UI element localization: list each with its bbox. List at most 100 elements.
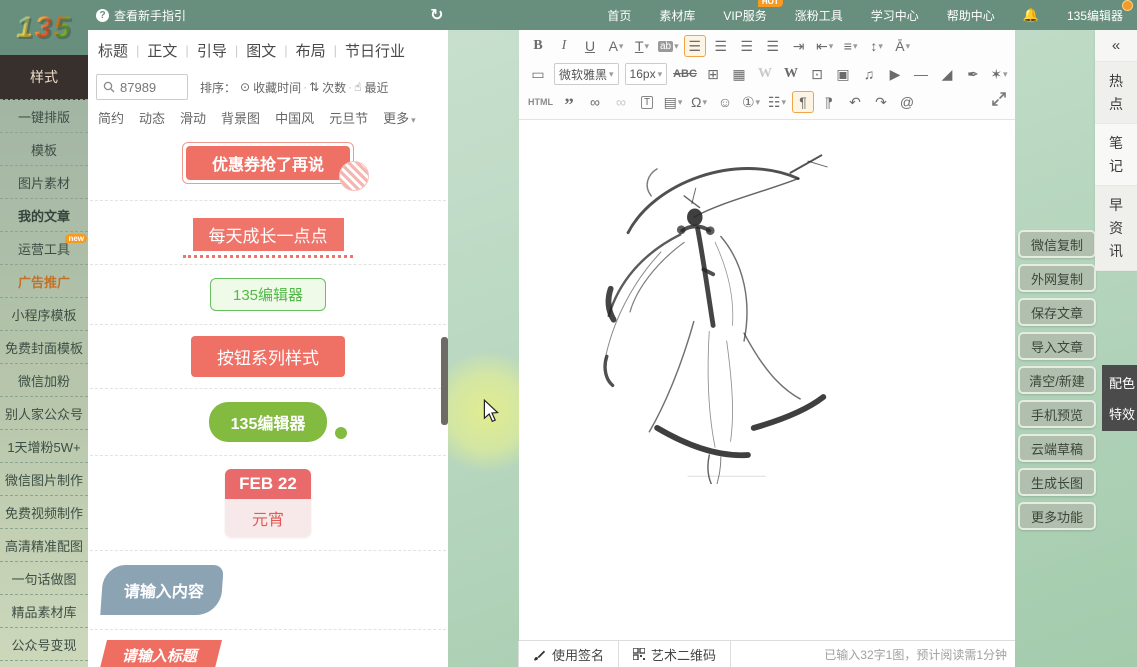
image-icon[interactable]: ⊡ [806, 63, 828, 85]
tab-图文[interactable]: 图文 [246, 40, 276, 61]
font-size-select[interactable]: 16px ▾ [625, 63, 668, 85]
sidebar-item-1天增粉5W+[interactable]: 1天增粉5W+ [0, 430, 88, 463]
ltr-paragraph-icon[interactable]: ¶ [792, 91, 814, 113]
letter-spacing-icon[interactable]: Ā▾ [892, 35, 914, 57]
image-album-icon[interactable]: ▣ [832, 63, 854, 85]
sidebar-item-运营工具[interactable]: 运营工具new [0, 232, 88, 265]
editor-canvas[interactable] [519, 120, 1015, 640]
format-brush-icon[interactable]: ✒ [962, 63, 984, 85]
dark-tool-特效[interactable]: 特效 [1109, 404, 1137, 423]
nav-item-学习中心[interactable]: 学习中心 [871, 7, 919, 24]
align-left-icon[interactable]: ☰ [684, 35, 706, 57]
fullscreen-icon[interactable] [991, 91, 1007, 107]
sort-option-收藏时间[interactable]: ⊙收藏时间 [240, 79, 301, 96]
action-button-清空/新建[interactable]: 清空/新建 [1018, 366, 1096, 394]
sidebar-item-精品素材库[interactable]: 精品素材库 [0, 595, 88, 628]
align-center-icon[interactable]: ☰ [710, 35, 732, 57]
sidebar-item-我的文章[interactable]: 我的文章 [0, 199, 88, 232]
dark-tool-配色[interactable]: 配色 [1109, 373, 1137, 392]
text-style-icon[interactable]: T▾ [631, 35, 653, 57]
action-button-云端草稿[interactable]: 云端草稿 [1018, 434, 1096, 462]
emoji-icon[interactable]: ☺ [714, 91, 736, 113]
user-account-menu[interactable]: 135编辑器 [1067, 7, 1123, 24]
rail-item-笔记[interactable]: 笔记 [1095, 124, 1137, 186]
sort-option-最近[interactable]: ☝最近 [354, 79, 388, 96]
sidebar-item-高清精准配图[interactable]: 高清精准配图 [0, 529, 88, 562]
action-button-手机预览[interactable]: 手机预览 [1018, 400, 1096, 428]
sample-coupon-button[interactable]: 优惠券抢了再说 [182, 142, 354, 184]
filter-滑动[interactable]: 滑动 [180, 108, 206, 127]
horizontal-rule-icon[interactable]: — [910, 63, 932, 85]
sidebar-item-广告推广[interactable]: 广告推广 [0, 265, 88, 298]
html-source-icon[interactable]: HTML [527, 91, 554, 113]
unordered-list-icon[interactable]: ☷▾ [766, 91, 788, 113]
paragraph-spacing-icon[interactable]: ↕▾ [866, 35, 888, 57]
mention-search-icon[interactable]: @ [896, 91, 918, 113]
magic-wand-icon[interactable]: ✶▾ [988, 63, 1010, 85]
redo-icon[interactable]: ↷ [870, 91, 892, 113]
underline-icon[interactable]: U [579, 35, 601, 57]
music-icon[interactable]: ♫ [858, 63, 880, 85]
nav-item-VIP服务[interactable]: VIP服务HOT [723, 7, 766, 24]
sample-partial-title[interactable]: 请输入标题 [97, 640, 222, 667]
refresh-icon[interactable]: ↻ [430, 5, 443, 25]
sample-calendar[interactable]: FEB 22 元宵 [225, 469, 311, 537]
action-button-微信复制[interactable]: 微信复制 [1018, 230, 1096, 258]
sample-speech-bubble[interactable]: 请输入内容 [100, 565, 224, 615]
indent-icon[interactable]: ⇥ [788, 35, 810, 57]
sidebar-item-公众号变现[interactable]: 公众号变现 [0, 628, 88, 661]
sidebar-item-别人家公众号[interactable]: 别人家公众号 [0, 397, 88, 430]
action-button-生成长图[interactable]: 生成长图 [1018, 468, 1096, 496]
sidebar-item-图片素材[interactable]: 图片素材 [0, 166, 88, 199]
nav-item-涨粉工具[interactable]: 涨粉工具 [795, 7, 843, 24]
table-style-icon[interactable]: ▦ [728, 63, 750, 85]
tab-节日行业[interactable]: 节日行业 [345, 40, 405, 61]
blockquote-icon[interactable]: ” [558, 91, 580, 113]
sidebar-item-一句话做图[interactable]: 一句话做图 [0, 562, 88, 595]
bold-icon[interactable]: B [527, 35, 549, 57]
nav-item-帮助中心[interactable]: 帮助中心 [947, 7, 995, 24]
search-input[interactable]: 87989 [96, 74, 188, 100]
word-import-icon[interactable]: W [780, 63, 802, 85]
filter-more[interactable]: 更多▾ [383, 108, 416, 127]
filter-元旦节[interactable]: 元旦节 [329, 108, 368, 127]
filter-背景图[interactable]: 背景图 [221, 108, 260, 127]
link-icon[interactable]: ∞ [584, 91, 606, 113]
align-right-icon[interactable]: ☰ [736, 35, 758, 57]
sidebar-item-免费封面模板[interactable]: 免费封面模板 [0, 331, 88, 364]
filter-动态[interactable]: 动态 [139, 108, 165, 127]
tab-正文[interactable]: 正文 [147, 40, 177, 61]
notification-bell-icon[interactable]: 🔔 [1023, 7, 1039, 23]
sidebar-item-小程序模板[interactable]: 小程序模板 [0, 298, 88, 331]
undo-icon[interactable]: ↶ [844, 91, 866, 113]
filter-简约[interactable]: 简约 [98, 108, 124, 127]
tab-标题[interactable]: 标题 [98, 40, 128, 61]
action-button-导入文章[interactable]: 导入文章 [1018, 332, 1096, 360]
app-logo[interactable]: 135 [0, 0, 88, 55]
use-signature-tab[interactable]: 使用签名 [518, 641, 619, 667]
sidebar-item-模板[interactable]: 模板 [0, 133, 88, 166]
template-box-icon[interactable]: ▤▾ [662, 91, 684, 113]
action-button-外网复制[interactable]: 外网复制 [1018, 264, 1096, 292]
eraser-icon[interactable]: ◢ [936, 63, 958, 85]
sidebar-item-微信加粉[interactable]: 微信加粉 [0, 364, 88, 397]
font-family-select[interactable]: 微软雅黑 ▾ [554, 63, 619, 85]
tab-引导[interactable]: 引导 [197, 40, 227, 61]
art-qrcode-tab[interactable]: 艺术二维码 [618, 641, 731, 667]
highlight-icon[interactable]: ab▾ [657, 35, 680, 57]
action-button-更多功能[interactable]: 更多功能 [1018, 502, 1096, 530]
table-icon[interactable]: ⊞ [702, 63, 724, 85]
new-document-icon[interactable]: ▭ [527, 63, 549, 85]
action-button-保存文章[interactable]: 保存文章 [1018, 298, 1096, 326]
sort-option-次数[interactable]: ⇅次数 [309, 79, 346, 96]
align-justify-icon[interactable]: ☰ [762, 35, 784, 57]
sample-green-pill[interactable]: 135编辑器 [193, 402, 343, 442]
sidebar-item-微信图片制作[interactable]: 微信图片制作 [0, 463, 88, 496]
filter-中国风[interactable]: 中国风 [275, 108, 314, 127]
sample-grow-title[interactable]: 每天成长一点点 [88, 218, 448, 258]
line-height-icon[interactable]: ≡▾ [840, 35, 862, 57]
italic-icon[interactable]: I [553, 35, 575, 57]
tab-布局[interactable]: 布局 [296, 40, 326, 61]
special-char-icon[interactable]: Ω▾ [688, 91, 710, 113]
sample-red-button[interactable]: 按钮系列样式 [191, 336, 345, 377]
